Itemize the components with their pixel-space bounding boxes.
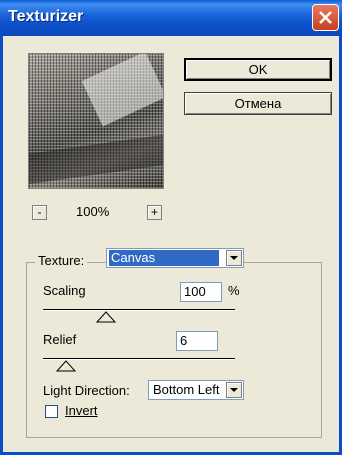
cancel-button[interactable]: Отмена [184, 92, 332, 115]
preview-highlight [81, 54, 163, 127]
light-direction-dropdown-button[interactable] [226, 382, 242, 398]
relief-input[interactable]: 6 [176, 331, 218, 351]
scaling-input[interactable]: 100 [180, 282, 222, 302]
texture-selected-value: Canvas [109, 250, 219, 266]
invert-label[interactable]: Invert [65, 403, 98, 418]
window-title: Texturizer [8, 8, 84, 25]
scaling-unit: % [228, 283, 240, 298]
window-frame-left [0, 36, 3, 455]
relief-slider-thumb[interactable] [56, 360, 76, 372]
ok-button[interactable]: OK [184, 58, 332, 81]
scaling-slider-thumb[interactable] [96, 311, 116, 323]
light-direction-selected-value: Bottom Left [153, 382, 220, 397]
light-direction-label: Light Direction: [43, 383, 130, 398]
chevron-down-icon [230, 388, 238, 392]
texture-label: Texture: [35, 253, 88, 268]
light-direction-select[interactable]: Bottom Left [148, 380, 244, 400]
scaling-slider-track[interactable] [43, 309, 235, 311]
texture-dropdown-button[interactable] [226, 250, 242, 266]
chevron-down-icon [230, 256, 238, 260]
zoom-in-button[interactable]: + [147, 205, 162, 220]
title-bar: Texturizer [0, 0, 342, 36]
zoom-out-button[interactable]: - [32, 205, 47, 220]
preview-shadow [29, 133, 163, 185]
close-icon [319, 11, 332, 24]
close-button[interactable] [312, 4, 339, 31]
invert-checkbox[interactable] [45, 405, 58, 418]
relief-label: Relief [43, 332, 77, 347]
texture-preview[interactable] [28, 53, 164, 189]
scaling-label: Scaling [43, 283, 86, 298]
zoom-level: 100% [76, 204, 110, 219]
texture-select[interactable]: Canvas [106, 248, 244, 268]
